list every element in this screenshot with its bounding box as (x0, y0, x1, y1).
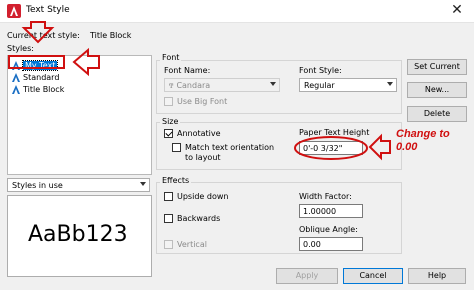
change-to-annotation: Change to 0.00 (396, 128, 472, 154)
annotation-line-1: Change to (396, 128, 450, 140)
down-arrow-annotation-icon (21, 21, 55, 44)
annotation-line-2: 0.00 (396, 141, 418, 153)
left-arrow-annotation-icon (72, 47, 100, 77)
highlight-box-annotation (8, 55, 65, 69)
highlight-ellipse-annotation (294, 136, 368, 160)
left-arrow-annotation-icon (368, 133, 391, 161)
